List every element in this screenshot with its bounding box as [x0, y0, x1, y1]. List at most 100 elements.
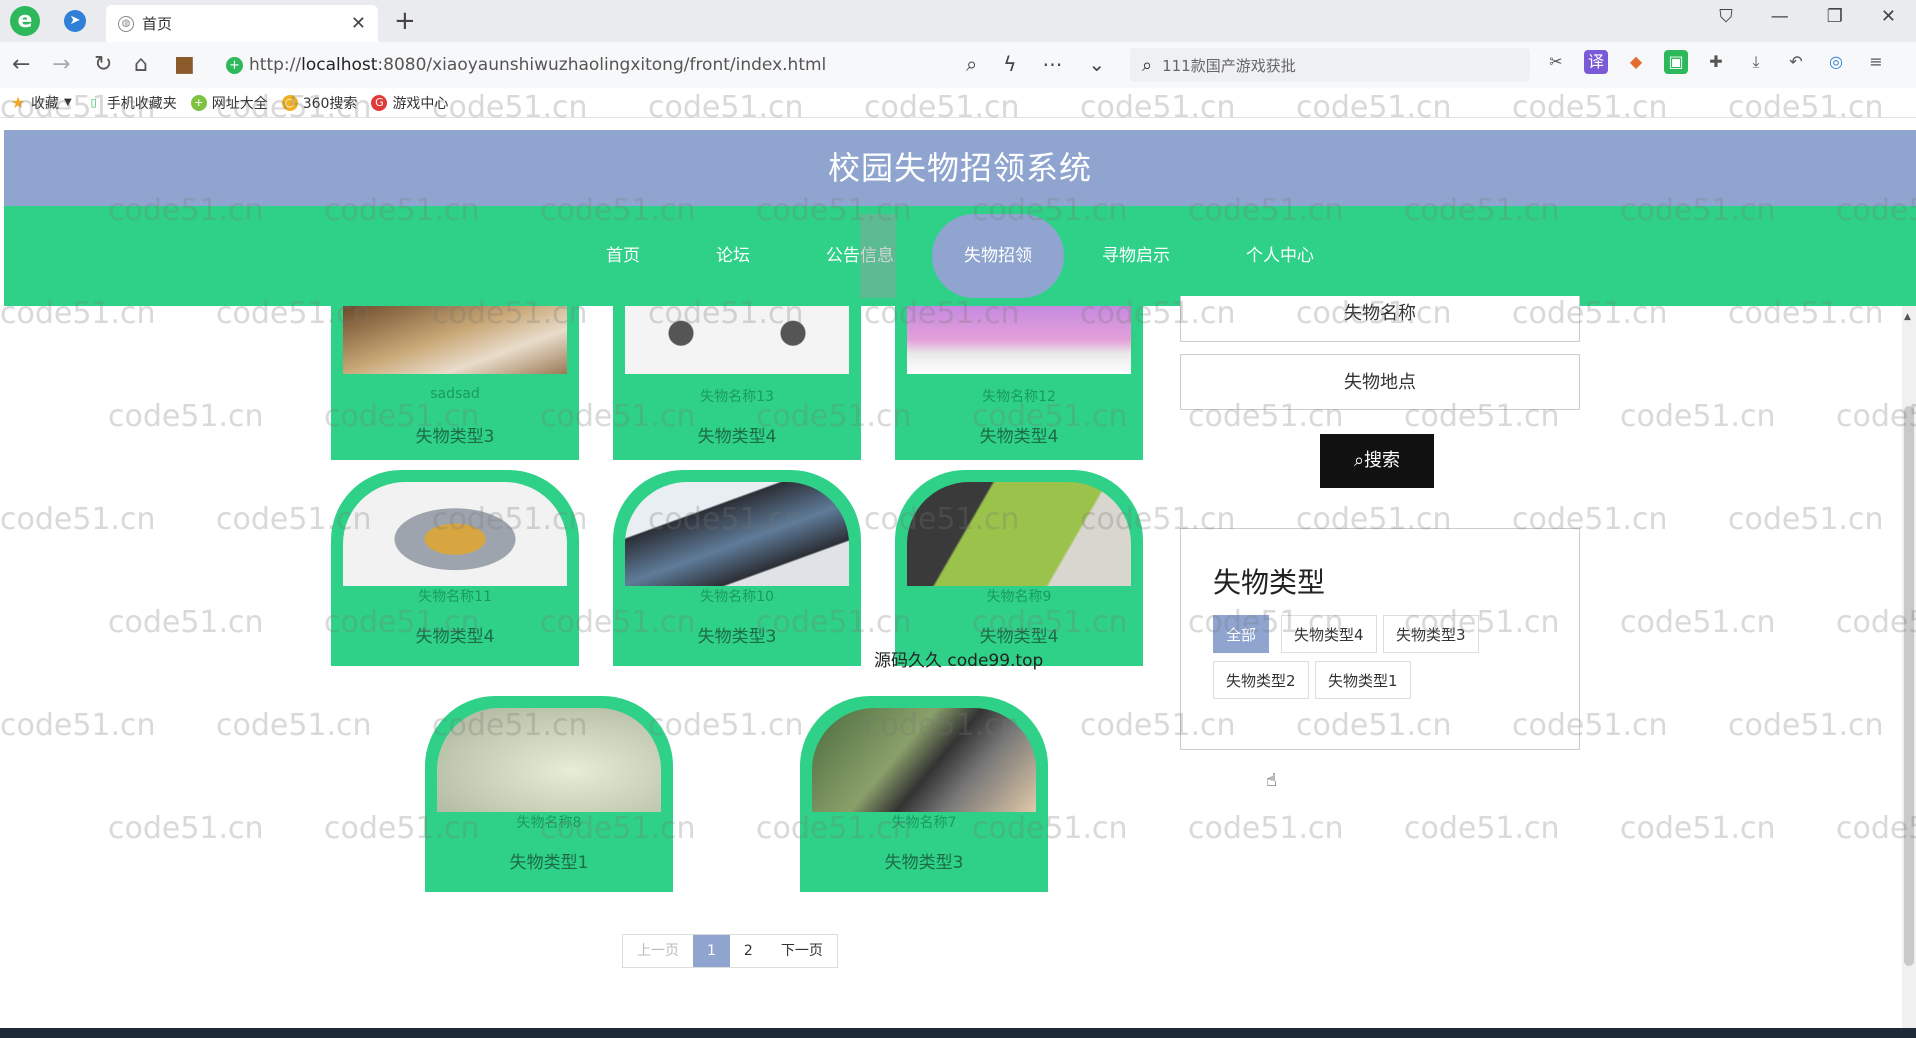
new-tab-icon[interactable]: + [394, 6, 416, 36]
nav-forum[interactable]: 论坛 [678, 214, 788, 298]
phone-icon: ▯ [90, 95, 97, 109]
secure-icon: + [226, 56, 243, 74]
item-type: 失物类型4 [697, 427, 777, 447]
bookmark-nav[interactable]: + 网址大全 [190, 93, 268, 113]
search-button-label: 搜索 [1364, 450, 1401, 471]
undo-icon[interactable]: ↶ [1784, 50, 1808, 74]
next-page-button[interactable]: 下一页 [767, 935, 837, 967]
vertical-scrollbar[interactable]: ▲ [1902, 306, 1916, 1028]
item-card[interactable]: 失物名称12 失物类型4 [895, 306, 1143, 460]
lost-item-place-input[interactable]: 失物地点 [1180, 354, 1580, 410]
item-type: 失物类型4 [979, 427, 1059, 447]
type-chip[interactable]: 失物类型1 [1315, 661, 1411, 699]
url-prefix: http:// [249, 55, 302, 75]
tab-bar: e ➤ ◍ 首页 ✕ + ⛉ — ❐ ✕ [0, 0, 1916, 42]
bookmark-label: 360搜索 [302, 95, 358, 112]
item-name: 失物名称11 [418, 589, 492, 605]
puzzle-icon[interactable]: ✚ [1704, 50, 1728, 74]
item-image [907, 482, 1131, 586]
nav-profile[interactable]: 个人中心 [1208, 214, 1352, 298]
search-text: 111款国产游戏获批 [1162, 56, 1296, 75]
restore-icon[interactable]: ❐ [1827, 6, 1843, 27]
home-icon[interactable]: ⌂ [134, 52, 148, 77]
shirt-icon[interactable]: ⛉ [1719, 6, 1733, 27]
type-chip[interactable]: 失物类型3 [1383, 615, 1479, 653]
nav-site-icon: + [190, 94, 207, 111]
nav-lost-found[interactable]: 失物招领 [932, 214, 1064, 298]
browser-window: e ➤ ◍ 首页 ✕ + ⛉ — ❐ ✕ ← → ↻ ⌂ ■ + http://… [0, 0, 1916, 1038]
bookmark-360[interactable]: ○ 360搜索 [281, 93, 358, 113]
translate-icon[interactable]: 译 [1584, 50, 1608, 74]
search-button[interactable]: ⌕搜索 [1320, 434, 1434, 488]
menu-icon[interactable]: ≡ [1864, 50, 1888, 74]
zoom-icon[interactable]: ⌕ [966, 52, 977, 76]
item-type: 失物类型3 [415, 427, 495, 447]
search-icon: ⌕ [1142, 54, 1153, 76]
item-name: 失物名称13 [700, 389, 774, 405]
tab-home[interactable]: ◍ 首页 ✕ [106, 5, 378, 42]
type-filter-title: 失物类型 [1213, 566, 1326, 599]
bookmark-games[interactable]: G 游戏中心 [371, 93, 448, 113]
overlay-text: 源码久久 code99.top [874, 651, 1044, 671]
main-nav: 首页 论坛 公告信息 失物招领 寻物启示 个人中心 [4, 206, 1916, 306]
lost-item-name-input[interactable]: 失物名称 [1180, 296, 1580, 342]
send-icon[interactable]: ➤ [64, 10, 86, 32]
chevron-down-icon[interactable]: ⌄ [1088, 52, 1105, 76]
nav-notices[interactable]: 公告信息 [788, 214, 932, 298]
briefcase-icon[interactable]: ■ [174, 52, 195, 77]
scroll-up-icon[interactable]: ▲ [1904, 312, 1911, 322]
browser-service-icon[interactable]: ◎ [1824, 50, 1848, 74]
scrollbar-thumb[interactable] [1904, 406, 1914, 966]
web-page: 校园失物招领系统 首页 论坛 公告信息 失物招领 寻物启示 个人中心 sadsa… [4, 130, 1916, 1028]
item-card[interactable]: 失物名称8 失物类型1 [425, 696, 673, 892]
bookmarks-bar: ★ 收藏 ▼ ▯ 手机收藏夹 + 网址大全 ○ 360搜索 G 游戏中心 [0, 88, 1916, 118]
item-type: 失物类型4 [415, 627, 495, 647]
more-icon[interactable]: ⋯ [1042, 52, 1062, 76]
download-icon[interactable]: ⤓ [1744, 50, 1768, 74]
type-chip[interactable]: 失物类型2 [1213, 661, 1309, 699]
prev-page-button[interactable]: 上一页 [623, 935, 693, 967]
site-title: 校园失物招领系统 [827, 149, 1092, 187]
type-chip[interactable]: 失物类型4 [1281, 615, 1377, 653]
star-icon: ★ [10, 92, 26, 112]
bookmark-favorites[interactable]: ★ 收藏 ▼ [10, 93, 72, 113]
taskbar [0, 1028, 1916, 1038]
page-button[interactable]: 1 [693, 935, 730, 967]
search-box[interactable]: ⌕ 111款国产游戏获批 [1130, 48, 1530, 82]
item-image [343, 482, 567, 586]
pagination: 上一页 1 2 下一页 [622, 934, 838, 968]
back-icon[interactable]: ← [12, 52, 30, 77]
bookmark-mobile[interactable]: ▯ 手机收藏夹 [86, 93, 177, 113]
nav-home[interactable]: 首页 [568, 214, 678, 298]
item-card[interactable]: sadsad 失物类型3 [331, 306, 579, 460]
scissors-icon[interactable]: ✂ [1544, 50, 1568, 74]
reload-icon[interactable]: ↻ [94, 52, 112, 77]
item-card[interactable]: 失物名称13 失物类型4 [613, 306, 861, 460]
address-bar: ← → ↻ ⌂ ■ + http:// localhost :8080/xiao… [0, 42, 1916, 88]
nav-seek[interactable]: 寻物启示 [1064, 214, 1208, 298]
type-filter-panel: 失物类型 全部 失物类型4 失物类型3 失物类型2 失物类型1 [1180, 528, 1580, 750]
item-name: 失物名称12 [982, 389, 1056, 405]
type-chip-all[interactable]: 全部 [1213, 615, 1270, 653]
game-icon[interactable]: ◆ [1624, 50, 1648, 74]
page-button[interactable]: 2 [730, 935, 767, 967]
item-card[interactable]: 失物名称7 失物类型3 [800, 696, 1048, 892]
item-type: 失物类型4 [979, 627, 1059, 647]
item-image [625, 482, 849, 586]
item-image [625, 306, 849, 374]
reader-icon[interactable]: ▣ [1664, 50, 1688, 74]
close-tab-icon[interactable]: ✕ [351, 13, 366, 34]
item-image [812, 708, 1036, 812]
browser-logo-icon[interactable]: e [10, 6, 40, 36]
minimize-icon[interactable]: — [1771, 6, 1789, 27]
globe-icon: ◍ [118, 15, 134, 32]
lightning-icon[interactable]: ϟ [1003, 52, 1016, 76]
item-card[interactable]: 失物名称9 失物类型4 [895, 470, 1143, 666]
game-center-icon: G [371, 94, 388, 111]
item-card[interactable]: 失物名称10 失物类型3 [613, 470, 861, 666]
item-card[interactable]: 失物名称11 失物类型4 [331, 470, 579, 666]
forward-icon[interactable]: → [52, 52, 70, 77]
close-window-icon[interactable]: ✕ [1881, 6, 1896, 27]
caret-down-icon: ▼ [64, 97, 72, 108]
item-type: 失物类型3 [697, 627, 777, 647]
